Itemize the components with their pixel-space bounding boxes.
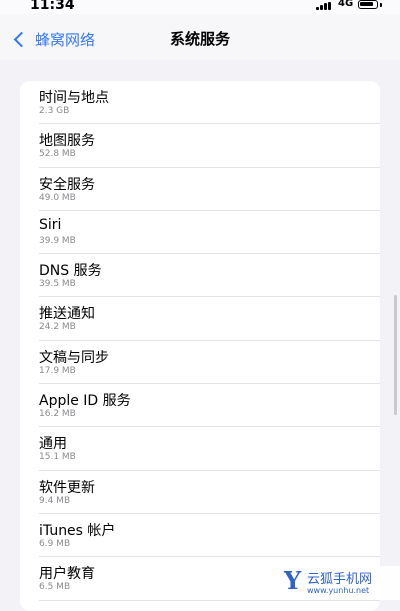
network-type: 4G: [338, 0, 354, 9]
watermark-url: www.yunhu.net: [307, 586, 370, 595]
service-name: Siri: [39, 216, 62, 233]
battery-cap: [380, 3, 382, 7]
list-item: Siri 39.9 MB: [20, 211, 380, 255]
list-item: iTunes 帐户 6.9 MB: [20, 514, 380, 558]
service-usage: 6.5 MB: [39, 582, 71, 593]
service-usage: 49.0 MB: [39, 192, 76, 203]
service-name: 软件更新: [39, 479, 95, 496]
page-title: 系统服务: [169, 30, 230, 48]
service-name: 安全服务: [39, 176, 95, 193]
service-name: DNS 服务: [39, 263, 102, 280]
list-item: 软件更新 9.4 MB: [20, 471, 380, 515]
list-item: DNS 服务 39.5 MB: [20, 254, 380, 298]
list-item: 通用 15.1 MB: [20, 427, 380, 471]
service-usage: 39.5 MB: [39, 279, 76, 290]
service-name: 时间与地点: [39, 90, 109, 106]
battery-icon: [358, 0, 378, 9]
service-usage: 16.2 MB: [39, 409, 76, 420]
service-name: 用户教育: [39, 566, 95, 583]
service-name: 通用: [39, 436, 67, 453]
service-usage: 39.9 MB: [39, 235, 76, 246]
service-usage: 52.8 MB: [39, 149, 76, 160]
list-item: 文稿与同步 17.9 MB: [20, 341, 380, 385]
system-services-list: 时间与地点 2.3 GB 地图服务 52.8 MB 安全服务 49.0 MB S…: [20, 81, 380, 611]
status-bar: 11:34 4G: [0, 0, 400, 14]
service-usage: 24.2 MB: [39, 322, 76, 333]
list-item: 安全服务 49.0 MB: [20, 168, 380, 212]
service-name: 文稿与同步: [39, 349, 109, 366]
service-usage: 6.9 MB: [39, 538, 71, 549]
service-usage: 9.4 MB: [39, 495, 71, 506]
service-name: 推送通知: [39, 306, 95, 323]
list-item: Apple ID 服务 16.2 MB: [20, 384, 380, 428]
service-usage: 17.9 MB: [39, 365, 76, 376]
watermark-name: 云狐手机网: [307, 572, 373, 587]
service-usage: 15.1 MB: [39, 452, 76, 463]
service-name: iTunes 帐户: [39, 522, 116, 539]
navigation-bar: 蜂窝网络 系统服务: [0, 14, 400, 60]
scrollbar-thumb[interactable]: [394, 295, 397, 415]
scrollbar[interactable]: [394, 90, 398, 590]
status-time: 11:34: [30, 0, 75, 13]
list-item: 推送通知 24.2 MB: [20, 297, 380, 342]
service-name: Apple ID 服务: [39, 393, 131, 410]
list-item: 地图服务 52.8 MB: [20, 124, 380, 168]
service-usage: 2.3 GB: [39, 106, 70, 116]
cellular-signal-icon: [316, 2, 334, 10]
watermark-logo-icon: Y: [284, 566, 302, 595]
service-name: 地图服务: [39, 133, 95, 150]
watermark: Y 云狐手机网 www.yunhu.net: [282, 566, 400, 600]
list-item: 时间与地点 2.3 GB: [20, 81, 380, 125]
